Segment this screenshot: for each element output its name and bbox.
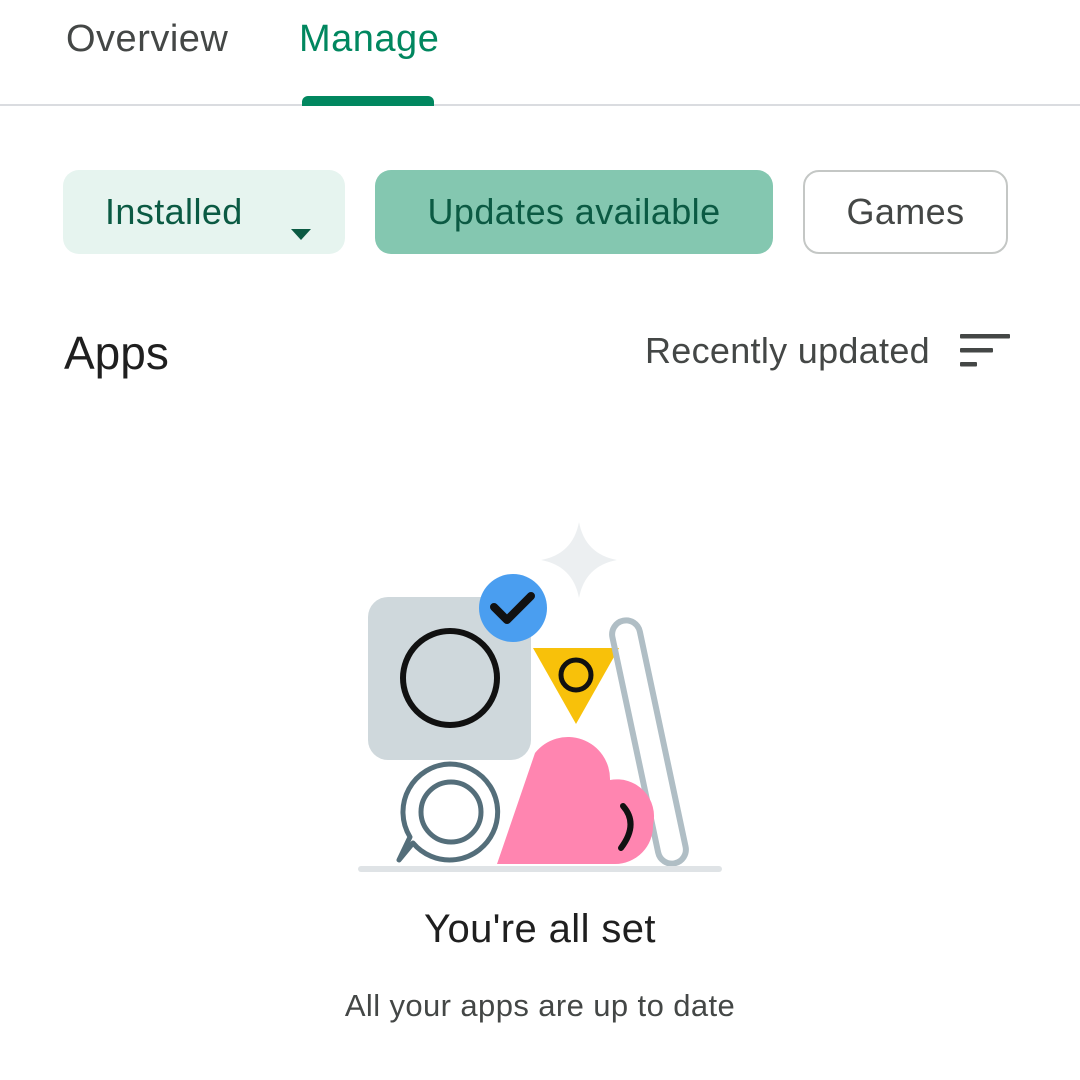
- tab-overview[interactable]: Overview: [66, 18, 228, 61]
- sort-label[interactable]: Recently updated: [645, 330, 930, 372]
- installed-filter-chip[interactable]: Installed: [63, 170, 345, 254]
- games-filter-label: Games: [846, 191, 965, 232]
- installed-filter-label: Installed: [105, 191, 243, 232]
- tab-bar: Overview Manage: [0, 0, 1080, 106]
- tab-manage[interactable]: Manage: [299, 18, 439, 61]
- sparkle-shape: [541, 522, 617, 598]
- empty-state-subtitle: All your apps are up to date: [344, 988, 736, 1023]
- check-badge-shape: [479, 574, 547, 642]
- empty-state-title: You're all set: [424, 907, 656, 951]
- all-set-illustration: [355, 518, 725, 883]
- section-title: Apps: [64, 327, 169, 379]
- ground-line-shape: [358, 866, 722, 872]
- sort-lines-icon[interactable]: [960, 334, 1012, 375]
- updates-available-label: Updates available: [427, 191, 721, 232]
- selected-tab-indicator: [302, 96, 434, 106]
- manage-apps-screen: Overview Manage Installed Updates availa…: [0, 0, 1080, 1080]
- arrow-drop-down-icon: [291, 207, 311, 249]
- updates-available-chip[interactable]: Updates available: [375, 170, 773, 254]
- games-filter-chip[interactable]: Games: [803, 170, 1008, 254]
